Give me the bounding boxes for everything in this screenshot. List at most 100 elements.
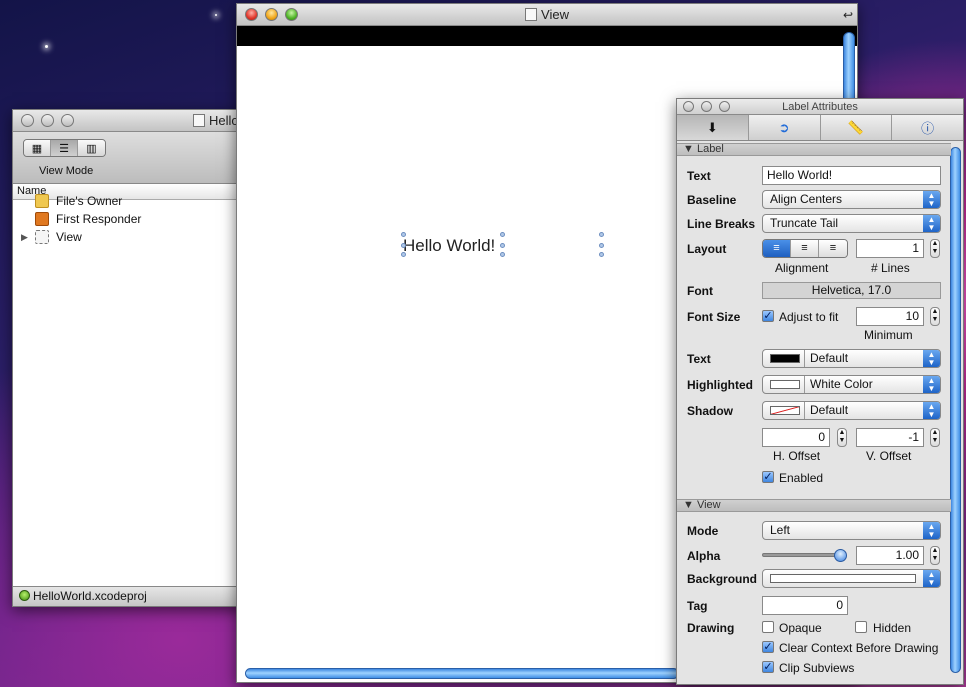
cube-icon	[35, 194, 49, 208]
view-mode-label: View Mode	[39, 165, 94, 177]
clear-context-label: Clear Context Before Drawing	[779, 641, 939, 655]
clear-context-checkbox[interactable]: ✓	[762, 641, 774, 653]
view-section-header[interactable]: ▼ View	[677, 499, 951, 512]
tag-field[interactable]: 0	[762, 596, 848, 615]
list-item[interactable]: File's Owner	[21, 192, 122, 210]
minimize-button[interactable]	[265, 8, 278, 21]
clip-subviews-label: Clip Subviews	[779, 661, 855, 675]
alignment-control[interactable]: ≡ ≡ ≡	[762, 239, 848, 258]
align-right-icon[interactable]: ≡	[819, 240, 847, 257]
hello-world-label[interactable]: Hello World!	[403, 236, 495, 256]
list-item[interactable]: ▶ View	[21, 228, 82, 246]
adjust-to-fit-checkbox[interactable]: ✓	[762, 310, 774, 322]
close-button[interactable]	[21, 114, 34, 127]
resize-handle[interactable]	[500, 243, 505, 248]
background-label: Background	[687, 572, 758, 586]
background-color-popup[interactable]: ▲ ▼	[762, 569, 941, 588]
inspector-scrollbar[interactable]	[950, 147, 961, 673]
baseline-value: Align Centers	[770, 192, 843, 206]
disclosure-triangle-icon[interactable]: ▶	[21, 228, 28, 246]
list-view-icon[interactable]: ☰	[51, 140, 78, 156]
h-offset-caption: H. Offset	[773, 449, 821, 463]
baseline-popup[interactable]: Align Centers ▲ ▼	[762, 190, 941, 209]
popup-arrows-icon: ▲ ▼	[923, 402, 940, 419]
no-color-swatch	[770, 406, 800, 415]
resize-handle[interactable]	[500, 232, 505, 237]
resize-handle[interactable]	[500, 252, 505, 257]
document-titlebar[interactable]: Hello	[13, 110, 247, 132]
mode-popup[interactable]: Left ▲ ▼	[762, 521, 941, 540]
minimum-stepper[interactable]: ▲ ▼	[930, 307, 940, 326]
zoom-button[interactable]	[719, 101, 730, 112]
rotate-icon[interactable]: ↩	[843, 4, 853, 26]
resize-handle[interactable]	[599, 243, 604, 248]
highlighted-color-popup[interactable]: White Color ▲ ▼	[762, 375, 941, 394]
resize-handle[interactable]	[401, 243, 406, 248]
lines-stepper[interactable]: ▲ ▼	[930, 239, 940, 258]
column-view-icon[interactable]: ▥	[78, 140, 105, 156]
document-icon	[193, 114, 205, 127]
icon-view-icon[interactable]: ▦	[24, 140, 51, 156]
resize-handle[interactable]	[599, 232, 604, 237]
resize-handle[interactable]	[401, 252, 406, 257]
close-button[interactable]	[683, 101, 694, 112]
alpha-stepper[interactable]: ▲ ▼	[930, 546, 940, 565]
highlighted-color-value: White Color	[810, 377, 873, 391]
minimize-button[interactable]	[701, 101, 712, 112]
connections-tab-icon[interactable]: ➲	[749, 115, 821, 140]
popup-arrows-icon: ▲ ▼	[923, 191, 940, 208]
lines-field[interactable]: 1	[856, 239, 924, 258]
font-field[interactable]: Helvetica, 17.0	[762, 282, 941, 299]
popup-arrows-icon: ▲ ▼	[923, 350, 940, 367]
color-swatch	[770, 354, 800, 363]
horizontal-scrollbar[interactable]	[245, 668, 679, 679]
section-title: View	[696, 499, 721, 511]
list-item[interactable]: First Responder	[21, 210, 141, 228]
popup-arrows-icon: ▲ ▼	[923, 376, 940, 393]
align-center-icon[interactable]: ≡	[791, 240, 819, 257]
hidden-checkbox[interactable]	[855, 621, 867, 633]
zoom-button[interactable]	[285, 8, 298, 21]
opaque-label: Opaque	[779, 621, 822, 635]
shadow-color-popup[interactable]: Default ▲ ▼	[762, 401, 941, 420]
lines-caption: # Lines	[871, 261, 910, 275]
star	[215, 14, 217, 16]
clip-subviews-checkbox[interactable]: ✓	[762, 661, 774, 673]
linebreaks-popup[interactable]: Truncate Tail ▲ ▼	[762, 214, 941, 233]
zoom-button[interactable]	[61, 114, 74, 127]
v-offset-caption: V. Offset	[866, 449, 912, 463]
text-color-value: Default	[810, 351, 849, 365]
text-color-popup[interactable]: Default ▲ ▼	[762, 349, 941, 368]
identity-tab-icon[interactable]: ⓘ	[892, 115, 963, 140]
star	[45, 45, 48, 48]
view-titlebar[interactable]: View ↩	[237, 4, 857, 26]
label-section-header[interactable]: ▼ Label	[677, 143, 951, 156]
close-button[interactable]	[245, 8, 258, 21]
list-item-label: View	[56, 230, 82, 244]
resize-handle[interactable]	[599, 252, 604, 257]
v-offset-stepper[interactable]: ▲ ▼	[930, 428, 940, 447]
v-offset-field[interactable]: -1	[856, 428, 924, 447]
h-offset-field[interactable]: 0	[762, 428, 830, 447]
alpha-slider-knob[interactable]	[834, 549, 847, 562]
inspector-title: Label Attributes	[782, 101, 858, 113]
alpha-field[interactable]: 1.00	[856, 546, 924, 565]
attributes-tab-icon[interactable]: ⬇	[677, 115, 749, 140]
inspector-titlebar[interactable]: Label Attributes	[677, 99, 963, 115]
opaque-checkbox[interactable]	[762, 621, 774, 633]
view-mode-control[interactable]: ▦ ☰ ▥	[23, 139, 106, 157]
document-icon	[525, 8, 538, 21]
color-swatch	[770, 380, 800, 389]
enabled-label: Enabled	[779, 471, 824, 485]
resize-handle[interactable]	[401, 232, 406, 237]
project-status-icon	[19, 590, 30, 601]
view-title: View	[541, 7, 569, 22]
h-offset-stepper[interactable]: ▲ ▼	[837, 428, 847, 447]
minimum-field[interactable]: 10	[856, 307, 924, 326]
minimize-button[interactable]	[41, 114, 54, 127]
align-left-icon[interactable]: ≡	[763, 240, 791, 257]
size-tab-icon[interactable]: 📏	[821, 115, 893, 140]
enabled-checkbox[interactable]: ✓	[762, 471, 774, 483]
status-bar: HelloWorld.xcodeproj	[13, 586, 247, 606]
text-field[interactable]: Hello World!	[762, 166, 941, 185]
